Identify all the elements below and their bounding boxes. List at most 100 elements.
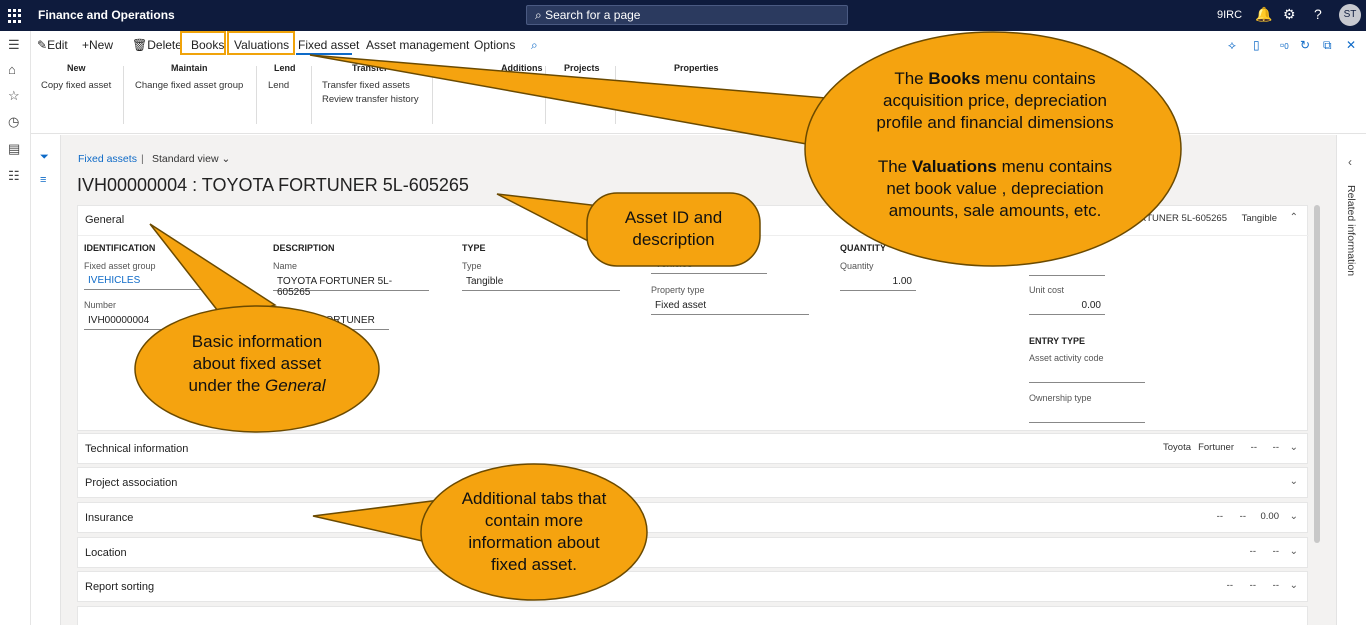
quantity-header: QUANTITY: [840, 243, 886, 253]
attachments-icon[interactable]: ▫0: [1280, 38, 1289, 52]
chevron-down-icon[interactable]: ⌄: [1290, 511, 1298, 522]
open-new-window-icon[interactable]: ⧉: [1323, 38, 1332, 53]
summary-field: --: [1226, 580, 1233, 591]
summary-field: --: [1272, 546, 1279, 557]
quantity-field[interactable]: 1.00: [840, 274, 916, 291]
chevron-down-icon[interactable]: ⌄: [1290, 546, 1298, 557]
new-label: New: [89, 38, 114, 52]
hamburger-icon[interactable]: ☰: [8, 37, 20, 53]
company-picker[interactable]: 9IRC: [1217, 9, 1242, 21]
ownership-type-label: Ownership type: [1029, 393, 1092, 403]
divider: [123, 66, 124, 124]
notifications-icon[interactable]: 🔔: [1255, 6, 1272, 23]
search-icon: ⌕: [535, 8, 542, 22]
chevron-down-icon[interactable]: ⌄: [1290, 442, 1298, 453]
copy-fixed-asset-button[interactable]: Copy fixed asset: [41, 80, 111, 91]
tab-asset-management[interactable]: Asset management: [366, 38, 469, 52]
workspaces-icon[interactable]: ▤: [8, 141, 20, 157]
fixed-asset-group-field[interactable]: IVEHICLES: [84, 273, 234, 290]
search-actions-icon[interactable]: ⌕: [531, 38, 538, 53]
ownership-type-field[interactable]: [1029, 406, 1145, 423]
edit-label: Edit: [47, 38, 68, 52]
asset-activity-code-field[interactable]: [1029, 366, 1145, 383]
unit-field[interactable]: [1029, 275, 1105, 276]
tab-fixed-asset[interactable]: Fixed asset: [298, 38, 359, 52]
fasttab-location[interactable]: Location -- -- ⌄: [77, 537, 1308, 568]
tabs-callout-line: contain more: [484, 511, 584, 530]
group-projects-header: Projects: [564, 63, 600, 73]
asset-group-field[interactable]: Vehicles: [651, 257, 767, 274]
chevron-down-icon[interactable]: ⌄: [1290, 580, 1298, 591]
page-title: IVH00000004 : TOYOTA FORTUNER 5L-605265: [77, 175, 469, 195]
chevron-down-icon: ⌄: [221, 153, 231, 165]
entry-type-header: ENTRY TYPE: [1029, 336, 1086, 346]
fixed-asset-group-label: Fixed asset group: [84, 261, 156, 271]
home-icon[interactable]: ⌂: [8, 62, 16, 77]
breadcrumb-link[interactable]: Fixed assets: [78, 153, 137, 165]
app-title: Finance and Operations: [38, 8, 175, 22]
left-navigation: ☰ ⌂ ☆ ◷ ▤ ☷: [0, 31, 31, 625]
type-field[interactable]: Tangible: [462, 274, 620, 291]
list-icon[interactable]: ≡: [40, 174, 46, 186]
fasttab-technical-information[interactable]: Technical information Toyota Fortuner --…: [77, 433, 1308, 464]
review-transfer-history-button[interactable]: Review transfer history: [322, 94, 419, 105]
attachment-count: 0: [1284, 42, 1289, 51]
name-field[interactable]: TOYOTA FORTUNER 5L-605265: [273, 274, 429, 298]
divider: [432, 66, 433, 124]
fasttab-project-association[interactable]: Project association ⌄: [77, 467, 1308, 498]
app-launcher-icon[interactable]: [8, 9, 22, 23]
group-properties-header: Properties: [674, 63, 719, 73]
change-fixed-asset-group-button[interactable]: Change fixed asset group: [135, 80, 243, 91]
books-callout-line: profile and financial dimensions: [876, 113, 1114, 132]
summary-field: --: [1216, 511, 1223, 522]
edit-button[interactable]: ✎Edit: [37, 38, 68, 52]
gear-icon[interactable]: ⚙: [1283, 6, 1296, 23]
group-transfer-header: Transfer: [352, 63, 388, 73]
fasttab-title: Technical information: [85, 443, 189, 455]
property-type-field[interactable]: Fixed asset: [651, 298, 809, 315]
lend-button[interactable]: Lend: [268, 80, 289, 91]
filter-icon[interactable]: ⏷: [40, 151, 49, 164]
description-header: DESCRIPTION: [273, 243, 335, 253]
number-label: Number: [84, 300, 117, 310]
type-header: TYPE: [462, 243, 486, 253]
favorites-icon[interactable]: ☆: [8, 88, 20, 104]
unit-cost-field[interactable]: 0.00: [1029, 298, 1105, 315]
fasttab-insurance[interactable]: Insurance -- -- 0.00 ⌄: [77, 502, 1308, 533]
transfer-fixed-assets-button[interactable]: Transfer fixed assets: [322, 80, 410, 91]
group-additions-header: Additions: [501, 63, 543, 73]
number-field[interactable]: IVH00000004: [84, 313, 234, 330]
books-highlight: [180, 31, 226, 55]
unit-cost-label: Unit cost: [1029, 285, 1065, 295]
summary-model: Fortuner: [1198, 442, 1234, 453]
chevron-down-icon[interactable]: ⌄: [1290, 476, 1298, 487]
plus-icon: +: [82, 38, 90, 52]
fasttab-general-header[interactable]: General: [85, 214, 124, 226]
related-information-label[interactable]: Related information: [1345, 185, 1357, 276]
close-icon[interactable]: ✕: [1346, 38, 1356, 52]
basic-callout-line: about fixed asset: [192, 354, 322, 373]
office-icon[interactable]: ▯: [1253, 38, 1260, 52]
avatar[interactable]: ST: [1339, 4, 1361, 26]
fasttab-title: Location: [85, 547, 127, 559]
search-name-field[interactable]: TOYOTA FORTUNER ...: [273, 313, 389, 337]
ribbon: New Copy fixed asset Maintain Change fix…: [31, 58, 1366, 134]
scrollbar[interactable]: [1314, 205, 1320, 543]
summary-field: --: [1239, 511, 1246, 522]
chevron-left-icon[interactable]: ‹: [1348, 155, 1352, 169]
chevron-up-icon[interactable]: ⌃: [1290, 212, 1298, 223]
modules-icon[interactable]: ☷: [8, 168, 20, 184]
asset-activity-code-label: Asset activity code: [1029, 353, 1104, 363]
fasttab-report-sorting[interactable]: Report sorting -- -- -- ⌄: [77, 571, 1308, 602]
new-button[interactable]: +New: [82, 38, 113, 52]
tab-options[interactable]: Options: [474, 38, 515, 52]
view-selector[interactable]: Standard view ⌄: [152, 153, 230, 165]
connect-icon[interactable]: ⟡: [1228, 38, 1236, 53]
recent-icon[interactable]: ◷: [8, 114, 19, 130]
help-icon[interactable]: ?: [1314, 6, 1322, 22]
books-callout-line: The Books menu contains: [894, 69, 1096, 88]
refresh-icon[interactable]: ↻: [1300, 38, 1310, 52]
delete-button[interactable]: 🗑Delete: [132, 38, 182, 52]
books-callout-line: acquisition price, depreciation: [883, 91, 1107, 110]
search-input[interactable]: ⌕ Search for a page: [526, 5, 848, 25]
